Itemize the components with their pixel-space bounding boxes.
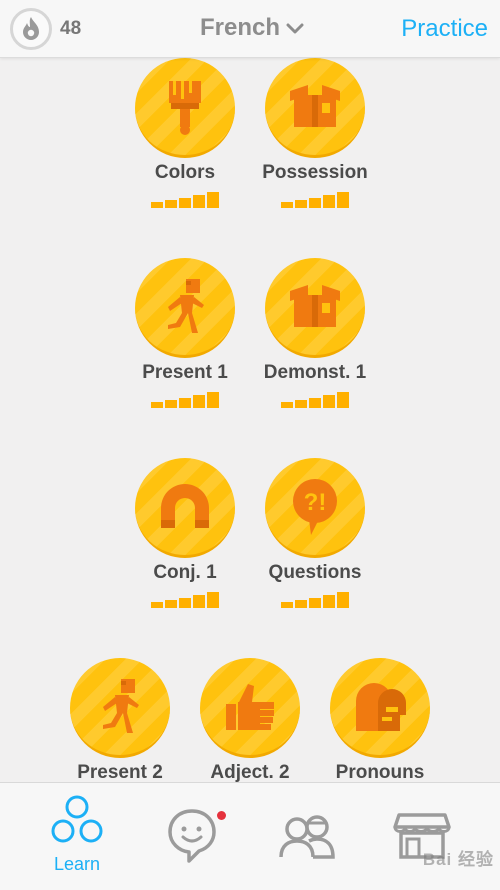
strength-meter (279, 392, 351, 408)
strength-meter (149, 592, 221, 608)
skill-label: Conj. 1 (153, 562, 217, 583)
skill-label: Demonst. 1 (263, 362, 367, 383)
skill-circle[interactable] (135, 258, 235, 358)
skill-circle[interactable] (135, 458, 235, 558)
skill-label: Adject. 2 (210, 762, 290, 782)
skill-circle[interactable] (265, 58, 365, 158)
skill-label: Possession (262, 162, 368, 183)
skill-label: Present 1 (142, 362, 228, 383)
tab-discussion[interactable] (147, 807, 237, 868)
flame-icon (23, 17, 39, 40)
skill-circle[interactable] (135, 58, 235, 158)
streak-count: 48 (60, 18, 82, 39)
skill-present-1[interactable]: Present 1 (120, 258, 250, 408)
paintbrush-icon (169, 80, 201, 135)
skill-circle[interactable] (200, 658, 300, 758)
strength-meter (279, 592, 351, 608)
skill-circle[interactable] (265, 258, 365, 358)
running-person-icon (103, 678, 139, 733)
skill-questions[interactable]: ?! Questions (250, 458, 380, 608)
learn-icon (51, 795, 103, 843)
chat-icon (168, 809, 216, 863)
speech-bubble-question-icon: ?! (293, 478, 337, 535)
language-label: French (200, 14, 281, 41)
skill-circle[interactable] (70, 658, 170, 758)
thumbs-up-icon (226, 683, 274, 730)
bottom-navigation: Learn Bai 经验 (0, 782, 500, 890)
streak-counter[interactable]: 48 (10, 8, 81, 50)
practice-button[interactable]: Practice (401, 15, 488, 43)
strength-meter (279, 192, 351, 208)
skill-possession[interactable]: Possession (250, 58, 380, 208)
notification-dot (217, 811, 226, 820)
friends-icon (279, 815, 335, 859)
language-selector[interactable]: French (200, 14, 304, 42)
strength-meter (149, 192, 221, 208)
skill-circle[interactable] (330, 658, 430, 758)
skill-conjunctions-1[interactable]: Conj. 1 (120, 458, 250, 608)
skill-tree: Colors Possession Present 1 Demonst. 1 C… (0, 58, 500, 782)
skill-circle[interactable]: ?! (265, 458, 365, 558)
tab-learn[interactable]: Learn (32, 795, 122, 875)
running-person-icon (168, 278, 204, 333)
skill-colors[interactable]: Colors (120, 58, 250, 208)
magnet-icon (161, 483, 209, 528)
chevron-down-icon (286, 23, 304, 34)
streak-ring (10, 8, 52, 50)
strength-meter (149, 392, 221, 408)
skill-label: Questions (268, 562, 362, 583)
tab-friends[interactable] (262, 813, 352, 864)
skill-present-2[interactable]: Present 2 (55, 658, 185, 782)
skill-adjectives-2[interactable]: Adject. 2 (185, 658, 315, 782)
tab-learn-label: Learn (53, 854, 101, 874)
skill-label: Colors (154, 162, 216, 183)
skill-pronouns[interactable]: Pronouns (315, 658, 445, 782)
svg-text:?!: ?! (304, 489, 327, 516)
skill-label: Pronouns (335, 762, 425, 782)
skill-label: Present 2 (77, 762, 163, 782)
box-icon (290, 284, 340, 327)
skill-demonstratives-1[interactable]: Demonst. 1 (250, 258, 380, 408)
top-bar: 48 French Practice (0, 0, 500, 58)
box-icon (290, 84, 340, 127)
face-silhouette-icon (356, 682, 406, 731)
watermark: Bai 经验 (422, 850, 494, 869)
